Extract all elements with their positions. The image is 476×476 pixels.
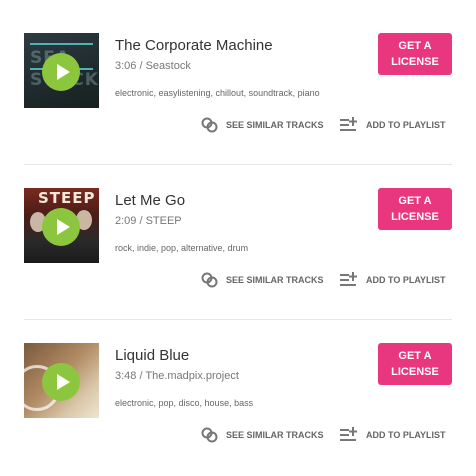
playlist-add-icon — [340, 272, 357, 286]
track-item: Liquid Blue 3:48 / The.madpix.project el… — [24, 343, 454, 463]
track-duration-artist: 3:48 / The.madpix.project — [115, 370, 239, 382]
add-to-playlist-button[interactable]: ADD TO PLAYLIST — [340, 272, 446, 288]
track-duration-artist: 2:09 / STEEP — [115, 215, 182, 227]
album-art-text: STEEP — [38, 189, 96, 207]
see-similar-label: SEE SIMILAR TRACKS — [226, 275, 324, 285]
add-to-playlist-button[interactable]: ADD TO PLAYLIST — [340, 117, 446, 133]
see-similar-tracks-button[interactable]: SEE SIMILAR TRACKS — [201, 272, 324, 288]
similar-circles-icon — [201, 117, 218, 133]
album-art-stripe — [30, 43, 93, 45]
see-similar-label: SEE SIMILAR TRACKS — [226, 120, 324, 130]
track-tags: electronic, pop, disco, house, bass — [115, 398, 254, 408]
see-similar-tracks-button[interactable]: SEE SIMILAR TRACKS — [201, 427, 324, 443]
get-license-button[interactable]: GET A LICENSE — [378, 188, 452, 230]
license-label-line1: GET A — [398, 350, 432, 362]
similar-circles-icon — [201, 272, 218, 288]
playlist-add-icon — [340, 117, 357, 131]
track-tags: rock, indie, pop, alternative, drum — [115, 243, 249, 253]
divider — [24, 319, 452, 320]
track-title[interactable]: Liquid Blue — [115, 347, 189, 364]
track-item: SEA STOCK The Corporate Machine 3:06 / S… — [24, 33, 454, 153]
add-to-playlist-label: ADD TO PLAYLIST — [366, 430, 446, 440]
see-similar-tracks-button[interactable]: SEE SIMILAR TRACKS — [201, 117, 324, 133]
license-label-line1: GET A — [398, 40, 432, 52]
add-to-playlist-label: ADD TO PLAYLIST — [366, 275, 446, 285]
play-button[interactable] — [42, 363, 80, 401]
playlist-add-icon — [340, 427, 357, 441]
album-art: SEA STOCK — [24, 33, 99, 108]
album-art — [24, 343, 99, 418]
play-button[interactable] — [42, 208, 80, 246]
similar-circles-icon — [201, 427, 218, 443]
get-license-button[interactable]: GET A LICENSE — [378, 343, 452, 385]
album-art: STEEP — [24, 188, 99, 263]
license-label-line2: LICENSE — [391, 366, 439, 378]
play-button[interactable] — [42, 53, 80, 91]
license-label-line2: LICENSE — [391, 211, 439, 223]
license-label-line1: GET A — [398, 195, 432, 207]
track-item: STEEP Let Me Go 2:09 / STEEP rock, indie… — [24, 188, 454, 308]
track-tags: electronic, easylistening, chillout, sou… — [115, 88, 320, 98]
track-list: SEA STOCK The Corporate Machine 3:06 / S… — [0, 0, 476, 476]
track-title[interactable]: Let Me Go — [115, 192, 185, 209]
track-duration-artist: 3:06 / Seastock — [115, 60, 191, 72]
divider — [24, 164, 452, 165]
add-to-playlist-button[interactable]: ADD TO PLAYLIST — [340, 427, 446, 443]
track-title[interactable]: The Corporate Machine — [115, 37, 273, 54]
add-to-playlist-label: ADD TO PLAYLIST — [366, 120, 446, 130]
get-license-button[interactable]: GET A LICENSE — [378, 33, 452, 75]
see-similar-label: SEE SIMILAR TRACKS — [226, 430, 324, 440]
license-label-line2: LICENSE — [391, 56, 439, 68]
